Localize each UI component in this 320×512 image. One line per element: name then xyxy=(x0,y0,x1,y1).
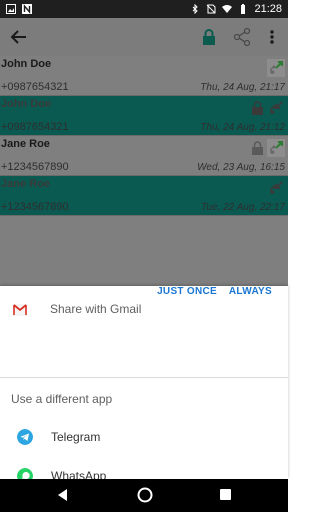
always-button[interactable]: ALWAYS xyxy=(229,286,272,297)
bluetooth-icon xyxy=(193,4,199,14)
outgoing-call-icon xyxy=(267,139,285,157)
list-item[interactable]: Jane Roe +1234567890 Wed, 23 Aug, 16:15 xyxy=(0,136,288,176)
contact-number: +1234567890 xyxy=(1,161,69,173)
contact-name: Jane Roe xyxy=(1,178,50,190)
share-sheet: Share with Gmail JUST ONCE ALWAYS Use a … xyxy=(0,286,288,484)
nav-back-icon[interactable] xyxy=(56,488,70,502)
list-item[interactable]: Jane Roe +1234567890 Tue, 22 Aug, 22:17 xyxy=(0,176,288,216)
lock-icon[interactable] xyxy=(200,28,218,46)
battery-icon xyxy=(241,4,246,14)
app-name: Telegram xyxy=(51,430,101,444)
share-icon[interactable] xyxy=(232,27,252,47)
contact-name: Jane Roe xyxy=(1,138,50,150)
app-option-telegram[interactable]: Telegram xyxy=(0,422,288,452)
contact-name: John Doe xyxy=(1,98,52,110)
navigation-bar xyxy=(0,479,288,512)
gmail-icon xyxy=(13,304,27,316)
just-once-button[interactable]: JUST ONCE xyxy=(157,286,217,297)
default-app-row[interactable]: Share with Gmail xyxy=(0,298,288,324)
different-app-label: Use a different app xyxy=(11,392,113,406)
n-notification-icon xyxy=(22,4,32,14)
back-arrow-icon[interactable] xyxy=(8,26,30,48)
default-app-label: Share with Gmail xyxy=(50,302,142,316)
contact-number: +1234567890 xyxy=(1,201,69,213)
nav-recents-icon[interactable] xyxy=(220,489,231,500)
call-date: Wed, 23 Aug, 16:15 xyxy=(197,162,285,173)
lock-icon xyxy=(252,141,263,155)
status-bar: 21:28 xyxy=(0,0,288,18)
telegram-icon xyxy=(17,429,33,445)
nav-home-icon[interactable] xyxy=(137,487,153,503)
missed-call-icon xyxy=(270,181,283,194)
list-item[interactable]: John Doe +0987654321 Thu, 24 Aug, 21:17 xyxy=(0,56,288,96)
contact-number: +0987654321 xyxy=(1,81,69,93)
outgoing-call-icon xyxy=(267,59,285,77)
list-item[interactable]: John Doe +0987654321 Thu, 24 Aug, 21:12 xyxy=(0,96,288,136)
status-time: 21:28 xyxy=(254,3,282,15)
no-sim-icon xyxy=(207,4,216,14)
contact-name: John Doe xyxy=(1,58,52,70)
call-list: John Doe +0987654321 Thu, 24 Aug, 21:17 … xyxy=(0,56,288,216)
wifi-icon xyxy=(222,5,233,13)
call-date: Tue, 22 Aug, 22:17 xyxy=(201,202,285,213)
call-date: Thu, 24 Aug, 21:12 xyxy=(200,122,285,133)
contact-number: +0987654321 xyxy=(1,121,69,133)
missed-call-icon xyxy=(270,101,283,114)
lock-icon xyxy=(252,101,263,115)
app-bar xyxy=(0,18,288,56)
image-notification-icon xyxy=(6,4,16,14)
divider xyxy=(0,377,288,378)
more-options-icon[interactable] xyxy=(264,27,280,47)
call-date: Thu, 24 Aug, 21:17 xyxy=(200,82,285,93)
